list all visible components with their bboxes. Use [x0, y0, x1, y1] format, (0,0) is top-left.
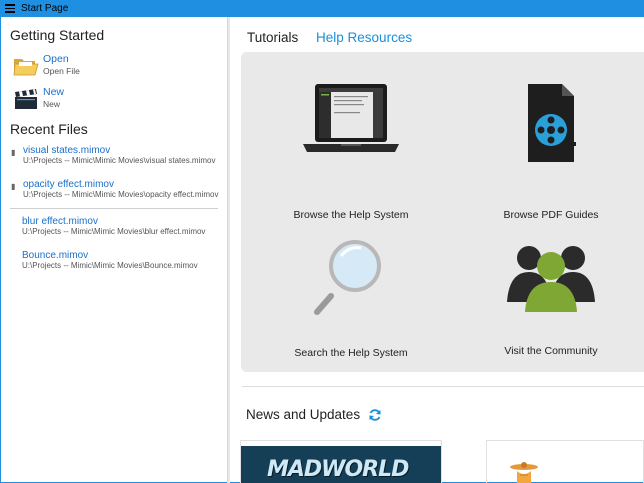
- recent-file-item[interactable]: blur effect.mimov U:\Projects -- Mimic\M…: [10, 216, 220, 236]
- title-bar: Start Page: [0, 0, 644, 17]
- recent-file-name: opacity effect.mimov: [23, 179, 114, 190]
- visit-community-label: Visit the Community: [504, 345, 598, 357]
- visit-community-tile[interactable]: Visit the Community: [456, 232, 644, 357]
- news-card[interactable]: [486, 440, 644, 483]
- recent-file-name: blur effect.mimov: [22, 216, 98, 227]
- open-label: Open: [43, 53, 69, 65]
- open-sub: Open File: [43, 66, 80, 76]
- tab-bar: Tutorials Help Resources: [247, 30, 426, 45]
- browse-pdf-label: Browse PDF Guides: [503, 209, 599, 221]
- pdf-film-icon: [528, 84, 576, 162]
- new-label: New: [43, 86, 65, 98]
- clapperboard-icon: [15, 89, 37, 109]
- browse-help-label: Browse the Help System: [293, 209, 409, 221]
- recent-file-path: U:\Projects -- Mimic\Mimic Movies\opacit…: [23, 190, 219, 199]
- news-header: News and Updates: [246, 407, 382, 422]
- browse-help-tile[interactable]: Browse the Help System: [256, 82, 446, 221]
- section-divider: [242, 386, 644, 387]
- magnifier-icon: [314, 240, 381, 315]
- refresh-icon[interactable]: [368, 408, 382, 422]
- recent-files-title: Recent Files: [10, 121, 88, 137]
- propeller-icon: [510, 462, 538, 483]
- search-help-label: Search the Help System: [294, 347, 408, 359]
- pin-icon[interactable]: ▮: [11, 148, 15, 157]
- recent-file-name: visual states.mimov: [23, 145, 111, 156]
- tab-tutorials[interactable]: Tutorials: [247, 30, 298, 45]
- community-icon: [507, 246, 595, 312]
- recent-file-item[interactable]: ▮ opacity effect.mimov U:\Projects -- Mi…: [11, 179, 221, 199]
- recent-file-name: Bounce.mimov: [22, 250, 89, 261]
- search-help-tile[interactable]: Search the Help System: [256, 232, 446, 359]
- panel-divider[interactable]: [227, 17, 230, 483]
- news-card[interactable]: MADWORLD: [240, 440, 442, 483]
- getting-started-title: Getting Started: [10, 27, 105, 43]
- recent-file-item[interactable]: Bounce.mimov U:\Projects -- Mimic\Mimic …: [10, 250, 220, 270]
- pinned-separator: [10, 208, 218, 209]
- pin-icon[interactable]: ▮: [11, 182, 15, 191]
- open-file-item[interactable]: Open Open File: [13, 53, 80, 77]
- hamburger-menu-icon[interactable]: [3, 0, 17, 17]
- news-title: News and Updates: [246, 407, 361, 422]
- madworld-banner: MADWORLD: [241, 446, 441, 483]
- recent-file-path: U:\Projects -- Mimic\Mimic Movies\visual…: [23, 156, 216, 165]
- madworld-logo-text: MADWORLD: [267, 457, 409, 482]
- help-resources-panel: Browse the Help System Browse PDF Guides…: [241, 52, 644, 372]
- laptop-icon: [303, 84, 399, 152]
- new-file-item[interactable]: New New: [13, 86, 64, 110]
- recent-file-item[interactable]: ▮ visual states.mimov U:\Projects -- Mim…: [11, 145, 221, 165]
- new-sub: New: [43, 99, 61, 109]
- folder-icon: [13, 59, 39, 76]
- recent-file-path: U:\Projects -- Mimic\Mimic Movies\Bounce…: [22, 261, 198, 270]
- recent-file-path: U:\Projects -- Mimic\Mimic Movies\blur e…: [22, 227, 206, 236]
- tab-help-resources[interactable]: Help Resources: [316, 30, 412, 45]
- window-title: Start Page: [21, 3, 69, 14]
- browse-pdf-tile[interactable]: Browse PDF Guides: [456, 82, 644, 221]
